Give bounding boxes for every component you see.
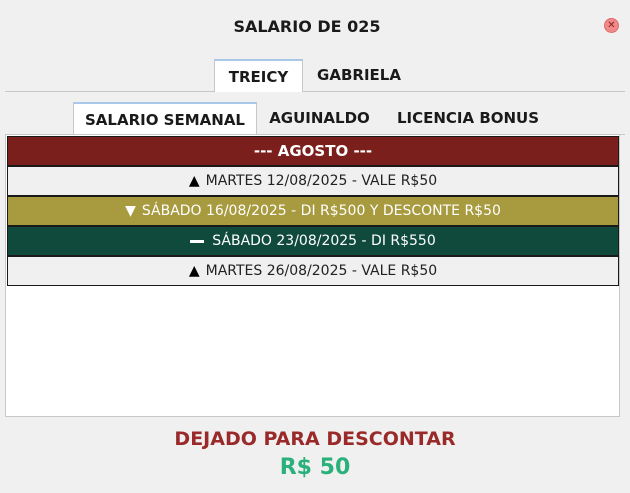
tab-gabriela[interactable]: GABRIELA bbox=[307, 59, 411, 91]
tab-aguinaldo[interactable]: AGUINALDO bbox=[261, 102, 378, 134]
person-tabs: TREICY GABRIELA bbox=[5, 59, 625, 92]
close-icon[interactable]: ✕ bbox=[604, 18, 619, 33]
list-item[interactable]: ▲ MARTES 12/08/2025 - VALE R$50 bbox=[7, 166, 619, 196]
summary-label: DEJADO PARA DESCONTAR bbox=[174, 428, 456, 450]
list-item[interactable]: SÁBADO 23/08/2025 - DI R$550 bbox=[7, 226, 619, 256]
list-item[interactable]: ▼ SÁBADO 16/08/2025 - DI R$500 Y DESCONT… bbox=[7, 196, 619, 226]
entry-text: MARTES 12/08/2025 - VALE R$50 bbox=[205, 173, 438, 189]
tab-treicy[interactable]: TREICY bbox=[214, 59, 303, 92]
triangle-down-icon: ▼ bbox=[125, 203, 136, 219]
entries-panel: --- AGOSTO --- ▲ MARTES 12/08/2025 - VAL… bbox=[5, 134, 620, 417]
tab-licencia-bonus[interactable]: LICENCIA BONUS bbox=[387, 102, 549, 134]
window-title: SALARIO DE 025 bbox=[233, 17, 381, 36]
dash-icon bbox=[190, 239, 205, 243]
month-header-label: --- AGOSTO --- bbox=[253, 142, 373, 160]
section-tabs: SALARIO SEMANAL AGUINALDO LICENCIA BONUS bbox=[5, 102, 625, 135]
tab-salario-semanal[interactable]: SALARIO SEMANAL bbox=[73, 102, 257, 135]
month-header: --- AGOSTO --- bbox=[7, 136, 619, 166]
entry-text: MARTES 26/08/2025 - VALE R$50 bbox=[205, 263, 438, 279]
triangle-up-icon: ▲ bbox=[188, 263, 200, 279]
summary-value: R$ 50 bbox=[279, 455, 351, 480]
list-item[interactable]: ▲ MARTES 26/08/2025 - VALE R$50 bbox=[7, 256, 619, 286]
entry-text: SÁBADO 16/08/2025 - DI R$500 Y DESCONTE … bbox=[141, 203, 501, 219]
triangle-up-icon: ▲ bbox=[188, 173, 200, 189]
entry-text: SÁBADO 23/08/2025 - DI R$550 bbox=[212, 233, 436, 249]
